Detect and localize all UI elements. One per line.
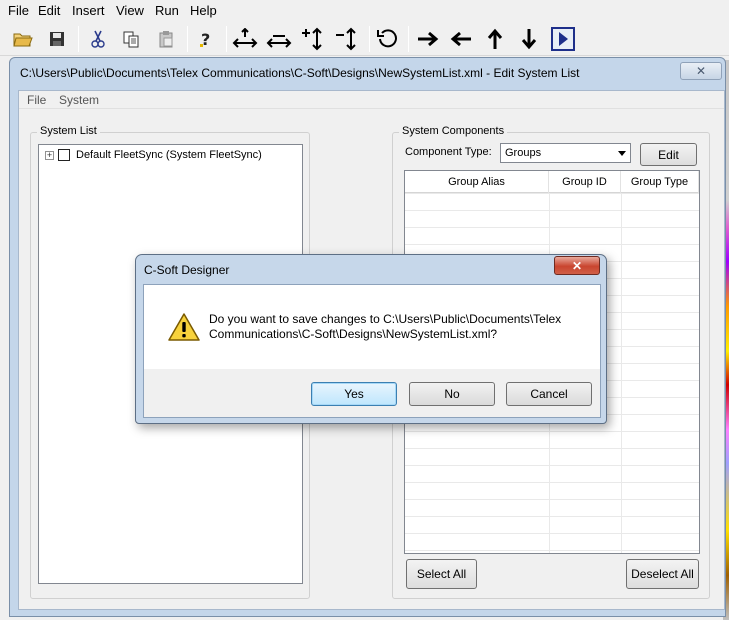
- dialog-message-line-1: Do you want to save changes to C:\Users\…: [209, 312, 562, 326]
- tree-item-label: Default FleetSync (System FleetSync): [76, 149, 262, 161]
- no-button[interactable]: No: [409, 382, 495, 406]
- system-list-label: System List: [37, 125, 100, 137]
- paste-icon[interactable]: [152, 25, 180, 53]
- window-title: C:\Users\Public\Documents\Telex Communic…: [20, 66, 580, 80]
- dialog-close-button[interactable]: ✕: [554, 256, 600, 275]
- dialog-message-line-2: Communications\C-Soft\Designs\NewSystemL…: [209, 327, 498, 341]
- main-menubar: File Edit Insert View Run Help: [0, 0, 729, 22]
- close-icon: ✕: [695, 64, 707, 78]
- tree-item-checkbox[interactable]: [58, 149, 70, 161]
- window-menubar: File System: [19, 91, 724, 109]
- dialog-message: Do you want to save changes to C:\Users\…: [209, 312, 594, 342]
- help-icon[interactable]: ?: [192, 25, 220, 53]
- shrink-vertical-icon[interactable]: [334, 25, 362, 53]
- save-changes-dialog: C-Soft Designer ✕ Do you want to save ch…: [135, 254, 607, 424]
- expand-icon[interactable]: +: [45, 150, 54, 160]
- cancel-button[interactable]: Cancel: [506, 382, 592, 406]
- no-button-label: No: [444, 387, 460, 401]
- dialog-body: Do you want to save changes to C:\Users\…: [143, 284, 601, 418]
- menu-run[interactable]: Run: [155, 3, 179, 18]
- window-menu-file[interactable]: File: [27, 93, 46, 107]
- arrow-right-icon[interactable]: [414, 25, 442, 53]
- close-icon: ✕: [571, 258, 583, 273]
- arrow-down-icon[interactable]: [515, 25, 543, 53]
- column-group-id[interactable]: Group ID: [549, 171, 621, 193]
- dialog-title: C-Soft Designer: [144, 263, 230, 277]
- rotate-icon[interactable]: [374, 25, 402, 53]
- component-type-label: Component Type:: [405, 146, 492, 158]
- arrow-up-icon[interactable]: [481, 25, 509, 53]
- cancel-button-label: Cancel: [530, 387, 568, 401]
- tree-item-default-fleetsync[interactable]: + Default FleetSync (System FleetSync): [45, 149, 262, 161]
- component-type-select[interactable]: Groups: [500, 143, 631, 163]
- column-group-alias[interactable]: Group Alias: [405, 171, 549, 193]
- column-group-type[interactable]: Group Type: [621, 171, 699, 193]
- menu-edit[interactable]: Edit: [38, 3, 60, 18]
- select-all-button[interactable]: Select All: [406, 559, 477, 589]
- chevron-down-icon: [618, 151, 626, 156]
- select-all-label: Select All: [416, 567, 467, 581]
- copy-icon[interactable]: [117, 25, 145, 53]
- save-icon[interactable]: [43, 25, 71, 53]
- expand-horizontal-icon[interactable]: [231, 25, 259, 53]
- warning-icon: [168, 313, 200, 344]
- menu-help[interactable]: Help: [190, 3, 217, 18]
- window-close-button[interactable]: ✕: [680, 62, 722, 80]
- edit-button[interactable]: Edit: [640, 143, 697, 166]
- system-components-label: System Components: [399, 125, 508, 137]
- open-icon[interactable]: [9, 25, 37, 53]
- dialog-message-area: Do you want to save changes to C:\Users\…: [144, 285, 600, 369]
- expand-vertical-icon[interactable]: [300, 25, 328, 53]
- arrow-left-icon[interactable]: [447, 25, 475, 53]
- deselect-all-button[interactable]: Deselect All: [626, 559, 699, 589]
- play-icon[interactable]: [549, 25, 577, 53]
- grid-header: Group Alias Group ID Group Type: [405, 171, 699, 193]
- yes-button-label: Yes: [344, 387, 364, 401]
- edit-button-label: Edit: [658, 147, 679, 162]
- menu-insert[interactable]: Insert: [72, 3, 105, 18]
- shrink-horizontal-icon[interactable]: [265, 25, 293, 53]
- deselect-all-label: Deselect All: [631, 567, 694, 581]
- yes-button[interactable]: Yes: [311, 382, 397, 406]
- cut-icon[interactable]: [84, 25, 112, 53]
- window-menu-system[interactable]: System: [59, 93, 99, 107]
- menu-file[interactable]: File: [8, 3, 29, 18]
- component-type-value: Groups: [505, 147, 542, 159]
- main-toolbar: ?: [0, 22, 729, 56]
- menu-view[interactable]: View: [116, 3, 144, 18]
